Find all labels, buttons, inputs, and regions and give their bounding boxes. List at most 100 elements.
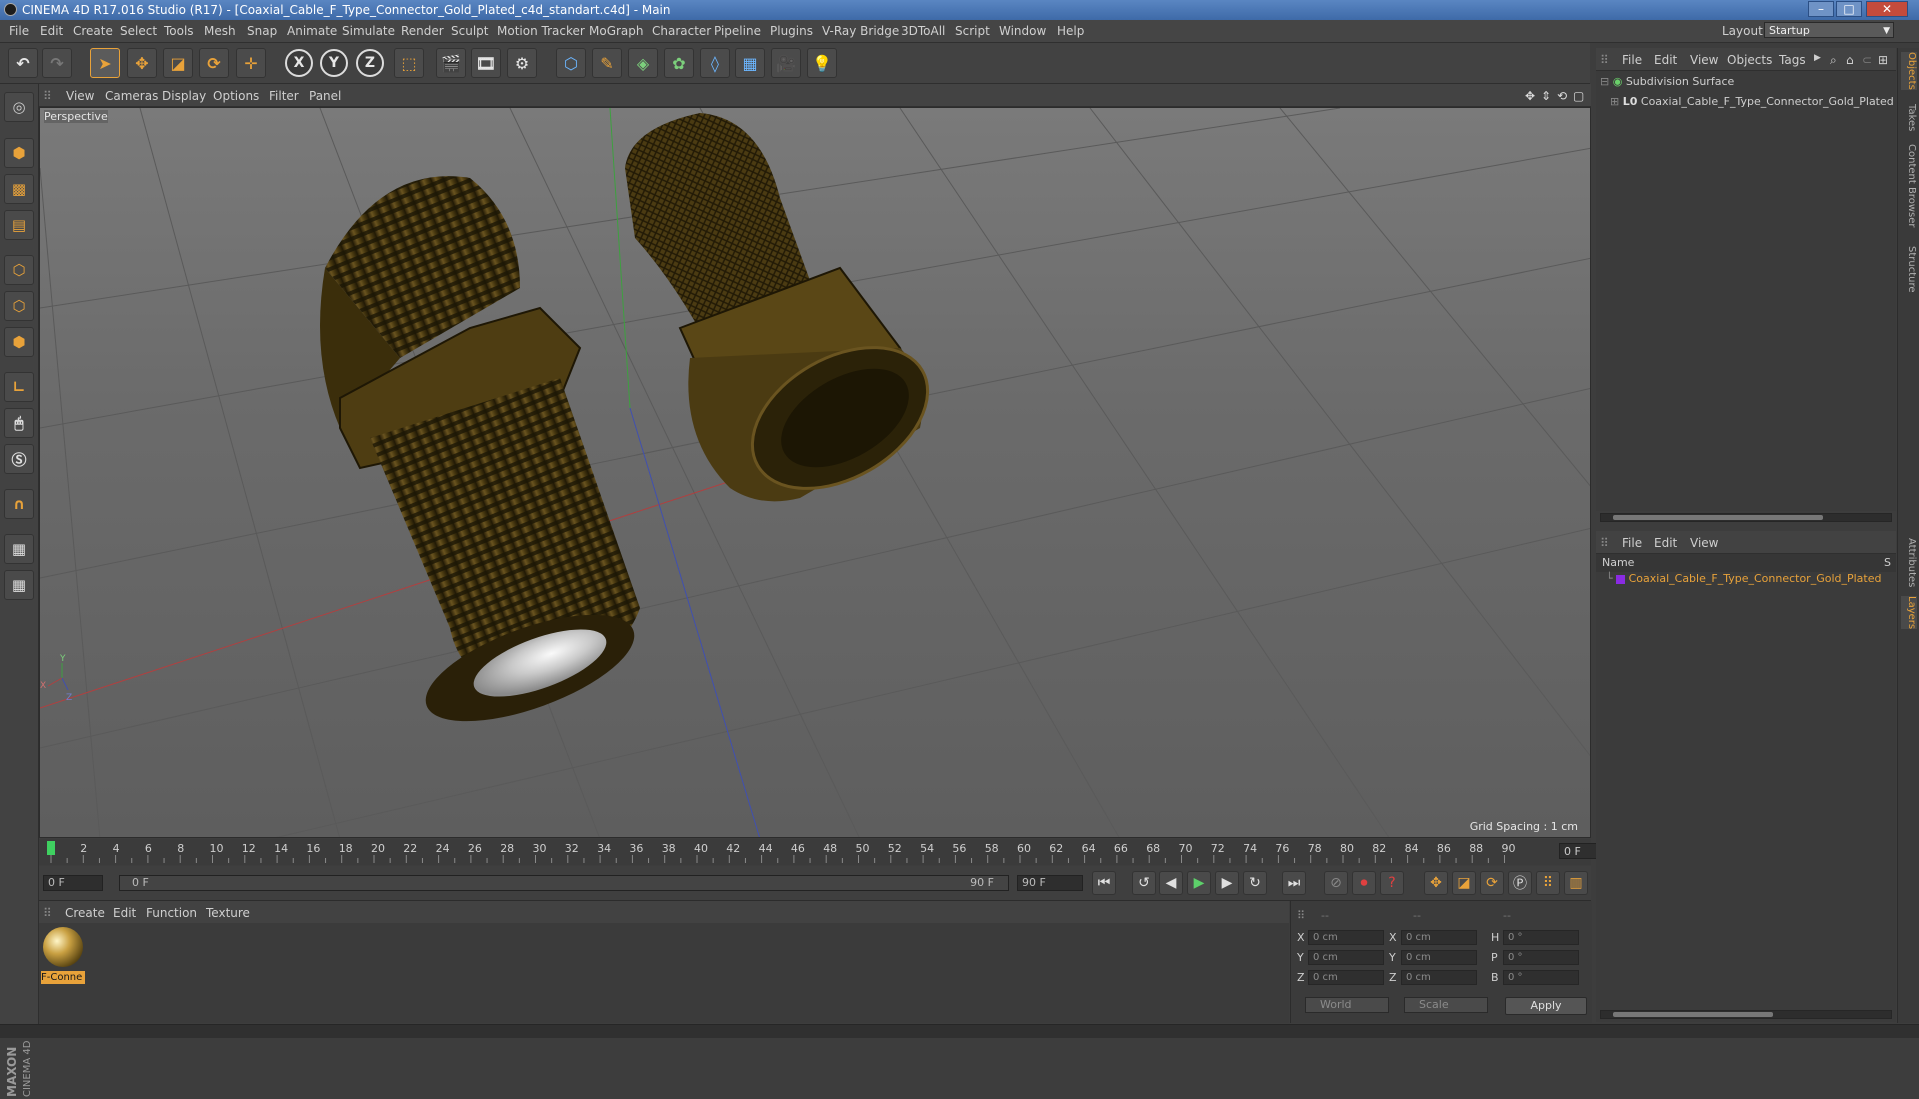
texture-mode-icon[interactable]: ▩ — [4, 174, 34, 204]
tab-attributes[interactable]: Attributes — [1901, 538, 1917, 587]
menu-vray-bridge[interactable]: V-Ray Bridge — [822, 24, 899, 38]
viewport-rotate-icon[interactable]: ⟲ — [1557, 89, 1567, 103]
key-parameter-icon[interactable]: Ⓟ — [1508, 871, 1532, 895]
points-mode-icon[interactable]: ⬡ — [4, 255, 34, 285]
range-slider[interactable]: 0 F 90 F — [119, 875, 1009, 891]
size-y-field[interactable]: 0 cm — [1401, 950, 1477, 965]
end-frame-field[interactable]: 90 F — [1017, 875, 1083, 891]
obj-menu-edit[interactable]: Edit — [1654, 53, 1677, 67]
previous-frame-icon[interactable]: ◀ — [1159, 871, 1183, 895]
pos-z-field[interactable]: 0 cm — [1308, 970, 1384, 985]
rotate-tool-icon[interactable]: ⟳ — [199, 48, 229, 78]
menu-motion-tracker[interactable]: Motion Tracker — [497, 24, 585, 38]
magnet-icon[interactable]: ∩ — [4, 489, 34, 519]
play-icon[interactable]: ▶ — [1187, 871, 1211, 895]
vp-menu-filter[interactable]: Filter — [269, 89, 299, 103]
autokey-icon[interactable]: ⏺ — [1352, 871, 1376, 895]
menu-tools[interactable]: Tools — [164, 24, 194, 38]
next-key-icon[interactable]: ↻ — [1243, 871, 1267, 895]
layer-menu-view[interactable]: View — [1690, 536, 1718, 550]
maximize-button[interactable]: □ — [1836, 1, 1862, 17]
menu-simulate[interactable]: Simulate — [342, 24, 395, 38]
tab-takes[interactable]: Takes — [1901, 104, 1917, 131]
pos-x-field[interactable]: 0 cm — [1308, 930, 1384, 945]
x-axis-lock-button[interactable]: X — [285, 49, 313, 77]
menu-file[interactable]: File — [9, 24, 29, 38]
new-window-icon[interactable]: ⊞ — [1878, 53, 1888, 67]
rot-h-field[interactable]: 0 ° — [1503, 930, 1579, 945]
menu-snap[interactable]: Snap — [247, 24, 277, 38]
object-row-coaxial-connector[interactable]: ⊞ L0 Coaxial_Cable_F_Type_Connector_Gold… — [1596, 95, 1894, 108]
workplane-rotate-icon[interactable]: ▦ — [4, 570, 34, 600]
timeline-ruler[interactable]: 0246810121416182022242628303234363840424… — [39, 839, 1631, 865]
material-name-label[interactable]: F-Conne — [41, 971, 85, 984]
column-name[interactable]: Name — [1602, 556, 1634, 569]
deformer-icon[interactable]: ◊ — [700, 48, 730, 78]
z-axis-lock-button[interactable]: Z — [356, 49, 384, 77]
menu-sculpt[interactable]: Sculpt — [451, 24, 488, 38]
menu-animate[interactable]: Animate — [287, 24, 337, 38]
object-row-subdivision-surface[interactable]: ⊟ ◉ Subdivision Surface — [1596, 75, 1734, 88]
column-solo[interactable]: S — [1884, 556, 1891, 569]
menu-window[interactable]: Window — [999, 24, 1046, 38]
mat-menu-function[interactable]: Function — [146, 906, 197, 920]
go-to-end-icon[interactable]: ⏭ — [1282, 871, 1306, 895]
scale-tool-icon[interactable]: ◪ — [163, 48, 193, 78]
camera-icon[interactable]: 🎥 — [771, 48, 801, 78]
panel-grip-icon[interactable]: ⠿ — [1600, 53, 1609, 67]
menu-mograph[interactable]: MoGraph — [589, 24, 644, 38]
mat-menu-edit[interactable]: Edit — [113, 906, 136, 920]
layer-menu-file[interactable]: File — [1622, 536, 1642, 550]
record-keys-icon[interactable]: ⊘ — [1324, 871, 1348, 895]
layer-manager-hscroll[interactable] — [1600, 1010, 1892, 1019]
connector-right-model[interactable] — [625, 113, 952, 517]
rot-p-field[interactable]: 0 ° — [1503, 950, 1579, 965]
move-tool-icon[interactable]: ✥ — [127, 48, 157, 78]
close-button[interactable]: ✕ — [1866, 1, 1908, 17]
obj-menu-tags[interactable]: Tags — [1779, 53, 1806, 67]
timeline-window-icon[interactable]: ▥ — [1564, 871, 1588, 895]
size-x-field[interactable]: 0 cm — [1401, 930, 1477, 945]
axis-mode-icon[interactable]: ∟ — [4, 372, 34, 402]
menu-select[interactable]: Select — [120, 24, 157, 38]
lock-icon[interactable]: ⊂ — [1862, 53, 1872, 67]
mat-menu-texture[interactable]: Texture — [206, 906, 250, 920]
menu-help[interactable]: Help — [1057, 24, 1084, 38]
key-rotation-icon[interactable]: ⟳ — [1480, 871, 1504, 895]
tab-content-browser[interactable]: Content Browser — [1901, 144, 1917, 227]
obj-menu-objects[interactable]: Objects — [1727, 53, 1772, 67]
workplane-lock-icon[interactable]: ▦ — [4, 534, 34, 564]
rot-b-field[interactable]: 0 ° — [1503, 970, 1579, 985]
live-selection-icon[interactable]: ➤ — [90, 48, 120, 78]
viewport-zoom-icon[interactable]: ⇕ — [1541, 89, 1551, 103]
playhead-marker[interactable] — [47, 841, 55, 855]
model-mode-icon[interactable]: ⬢ — [4, 138, 34, 168]
size-z-field[interactable]: 0 cm — [1401, 970, 1477, 985]
transform-mode-select[interactable]: Scale — [1404, 997, 1488, 1013]
menu-script[interactable]: Script — [955, 24, 990, 38]
viewport-maximize-icon[interactable]: ▢ — [1573, 89, 1584, 103]
object-manager-hscroll[interactable] — [1600, 513, 1892, 522]
array-generator-icon[interactable]: ✿ — [664, 48, 694, 78]
material-preview-sphere[interactable] — [43, 927, 83, 967]
render-settings-icon[interactable]: ⚙ — [507, 48, 537, 78]
workplane-mode-icon[interactable]: ▤ — [4, 210, 34, 240]
mat-menu-create[interactable]: Create — [65, 906, 105, 920]
make-editable-icon[interactable]: ◎ — [4, 92, 34, 122]
floor-object-icon[interactable]: ▦ — [735, 48, 765, 78]
connector-left-model[interactable] — [320, 176, 647, 743]
minimize-button[interactable]: – — [1808, 1, 1834, 17]
obj-menu-view[interactable]: View — [1690, 53, 1718, 67]
previous-key-icon[interactable]: ↺ — [1132, 871, 1156, 895]
key-scale-icon[interactable]: ◪ — [1452, 871, 1476, 895]
menu-mesh[interactable]: Mesh — [204, 24, 236, 38]
chevron-right-icon[interactable]: ▶ — [1814, 53, 1821, 63]
render-picture-viewer-icon[interactable]: 🎞 — [471, 48, 501, 78]
tree-collapse-icon[interactable]: ⊟ — [1600, 75, 1609, 88]
panel-grip-icon[interactable]: ⠿ — [43, 89, 52, 103]
vp-menu-display[interactable]: Display — [162, 89, 206, 103]
y-axis-lock-button[interactable]: Y — [320, 49, 348, 77]
layout-select[interactable]: Startup ▼ — [1764, 22, 1894, 38]
coordinate-system-icon[interactable]: ⬚ — [394, 48, 424, 78]
subdivision-surface-icon[interactable]: ◈ — [628, 48, 658, 78]
